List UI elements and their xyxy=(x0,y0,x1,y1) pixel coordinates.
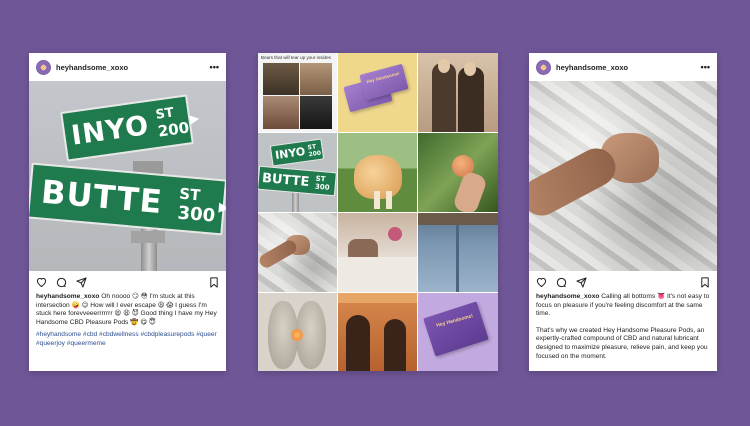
grid-tile-peach[interactable] xyxy=(418,133,498,212)
grid-tile-vintage-photo[interactable] xyxy=(418,53,498,132)
share-icon[interactable] xyxy=(576,276,587,288)
more-options-icon[interactable]: ••• xyxy=(701,62,710,72)
sign-street-name: INYO xyxy=(274,144,307,162)
sign-street-number: 300 xyxy=(314,182,330,192)
profile-avatar[interactable] xyxy=(36,59,51,75)
grid-tile-fabric-hand[interactable] xyxy=(258,213,337,292)
share-icon[interactable] xyxy=(76,276,87,288)
instagram-profile-grid: Bears that will tear up your insides Hey… xyxy=(258,53,498,371)
grid-tile-street-signs[interactable]: INYO ST 200 BUTTE ST 300 xyxy=(258,133,337,212)
heart-icon[interactable] xyxy=(36,277,47,287)
sign-street-number: 200 xyxy=(308,149,322,158)
sign-street-name: BUTTE xyxy=(39,172,165,222)
instagram-post-left: heyhandsome_xoxo ••• INYO ST 200 ▶ BUTTE… xyxy=(29,53,226,371)
grid-tile-shadows[interactable] xyxy=(338,293,417,371)
post-header: heyhandsome_xoxo ••• xyxy=(529,53,717,81)
grid-tile-dog[interactable] xyxy=(338,133,417,212)
grid-tile-meme[interactable]: Bears that will tear up your insides xyxy=(258,53,337,132)
sign-street-name: INYO xyxy=(69,109,152,152)
meme-caption: Bears that will tear up your insides xyxy=(261,55,331,60)
grid-tile-jeans[interactable] xyxy=(418,213,498,292)
post-caption: heyhandsome_xoxo Calling all bottoms 👅 I… xyxy=(529,293,717,361)
comment-icon[interactable] xyxy=(556,277,567,288)
post-username[interactable]: heyhandsome_xoxo xyxy=(556,63,701,72)
comment-icon[interactable] xyxy=(56,277,67,288)
bookmark-icon[interactable] xyxy=(700,276,710,288)
caption-username[interactable]: heyhandsome_xoxo xyxy=(536,293,599,300)
post-username[interactable]: heyhandsome_xoxo xyxy=(56,63,210,72)
grid-tile-product-purple[interactable]: Hey Handsome! xyxy=(418,293,498,371)
heart-icon[interactable] xyxy=(536,277,547,287)
sign-street-number: 300 xyxy=(176,202,216,227)
post-header: heyhandsome_xoxo ••• xyxy=(29,53,226,81)
bookmark-icon[interactable] xyxy=(209,276,219,288)
caption-username[interactable]: heyhandsome_xoxo xyxy=(36,293,99,300)
grid-tile-statue[interactable] xyxy=(258,293,337,371)
post-actions xyxy=(529,271,717,293)
instagram-post-right: heyhandsome_xoxo ••• heyhandsome_xoxo Ca… xyxy=(529,53,717,371)
profile-avatar[interactable] xyxy=(536,59,551,75)
sign-street-name: BUTTE xyxy=(261,170,310,190)
post-image-street-signs: INYO ST 200 ▶ BUTTE ST 300 ▶ xyxy=(29,81,226,271)
grid-tile-bedroom[interactable] xyxy=(338,213,417,292)
post-caption: heyhandsome_xoxo Oh noooo 😏 😳 I'm stuck … xyxy=(29,293,226,327)
post-actions xyxy=(29,271,226,293)
caption-text-2: That's why we created Hey Handsome Pleas… xyxy=(536,326,708,360)
more-options-icon[interactable]: ••• xyxy=(210,62,219,72)
sign-street-number: 200 xyxy=(156,118,191,141)
post-hashtags[interactable]: #heyhandsome #cbd #cbdwellness #cbdpleas… xyxy=(29,327,226,348)
post-image-fabric-hand xyxy=(529,81,717,271)
grid-tile-product-yellow[interactable]: Hey Handsome! xyxy=(338,53,417,132)
